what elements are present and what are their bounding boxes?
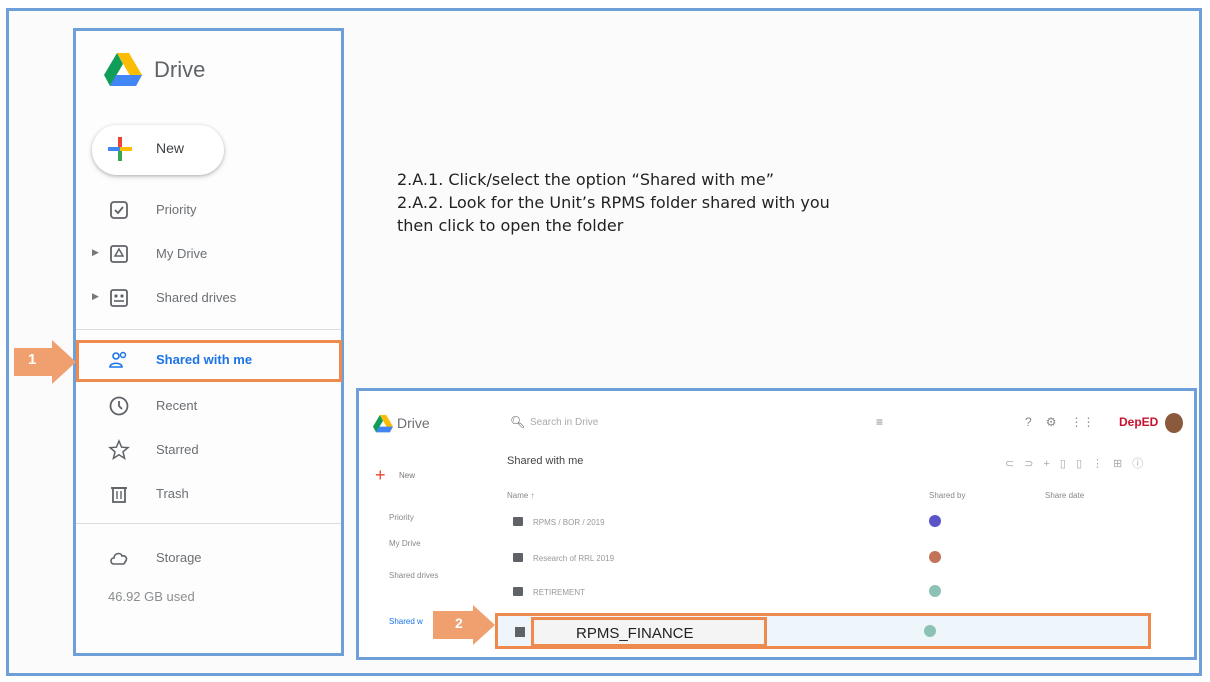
- callout-number-2: 2: [455, 615, 463, 631]
- instruction-line-1: 2.A.1. Click/select the option “Shared w…: [397, 170, 774, 189]
- shared-drives-icon: [110, 289, 128, 307]
- drive-logo-icon: [373, 415, 393, 433]
- add-person-icon[interactable]: +: [1043, 458, 1059, 470]
- search-icon: 🔍︎: [510, 415, 526, 429]
- help-icon[interactable]: ?: [1025, 415, 1032, 429]
- divider: [76, 523, 341, 524]
- folder-icon: [515, 627, 525, 637]
- checkbox-icon: [110, 201, 128, 219]
- storage-used-text: 46.92 GB used: [108, 589, 195, 604]
- callout-arrow-2: [433, 605, 495, 645]
- target-folder-name: RPMS_FINANCE: [576, 625, 694, 642]
- column-name[interactable]: Name ↑: [507, 491, 535, 500]
- instruction-line-2: 2.A.2. Look for the Unit’s RPMS folder s…: [397, 193, 830, 212]
- plus-icon: +: [375, 465, 386, 485]
- plus-icon: [108, 137, 132, 161]
- sidebar-item-label: Shared drives: [156, 290, 237, 305]
- inner-sidebar-shared-with-me[interactable]: Shared w: [389, 617, 423, 626]
- apps-icon[interactable]: ⋮⋮: [1070, 415, 1094, 429]
- avatar: [924, 625, 936, 637]
- info-icon[interactable]: ⓘ: [1132, 458, 1153, 470]
- file-name: RPMS / BOR / 2019: [533, 518, 605, 527]
- folder-icon: [513, 517, 523, 526]
- file-name: Research of RRL 2019: [533, 554, 615, 563]
- drive-folder-icon: [110, 245, 128, 263]
- sidebar-item-storage[interactable]: Storage: [76, 539, 341, 579]
- sidebar-item-my-drive[interactable]: ▶ My Drive: [76, 235, 341, 275]
- column-shared-by[interactable]: Shared by: [929, 491, 965, 500]
- instruction-line-3: then click to open the folder: [397, 216, 624, 235]
- sidebar-item-label: Trash: [156, 486, 189, 501]
- inner-new-button[interactable]: + New: [375, 465, 415, 486]
- sidebar-item-recent[interactable]: Recent: [76, 387, 341, 427]
- highlight-shared-with-me: [76, 340, 342, 382]
- avatar: [929, 515, 941, 527]
- sidebar-item-label: My Drive: [156, 246, 208, 261]
- sidebar-item-starred[interactable]: Starred: [76, 431, 341, 471]
- sidebar-item-label: Priority: [156, 202, 197, 217]
- search-input[interactable]: Search in Drive: [530, 417, 598, 428]
- sidebar-item-priority[interactable]: Priority: [76, 191, 341, 231]
- cloud-icon: [110, 552, 128, 565]
- expand-arrow-icon[interactable]: ▶: [92, 247, 99, 258]
- file-name: RETIREMENT: [533, 588, 585, 597]
- brand-logo: DepED: [1119, 415, 1159, 429]
- folder-icon: [513, 553, 523, 562]
- callout-number-1: 1: [28, 351, 37, 368]
- divider: [76, 329, 341, 330]
- callout-arrow-1: [14, 340, 76, 384]
- search-bar[interactable]: 🔍︎ Search in Drive ≡: [504, 409, 894, 439]
- sidebar-item-label: Storage: [156, 550, 202, 565]
- inner-sidebar-priority[interactable]: Priority: [389, 513, 414, 522]
- page-title: Shared with me: [507, 455, 584, 467]
- inner-new-label: New: [399, 471, 416, 480]
- sidebar-item-trash[interactable]: Trash: [76, 475, 341, 515]
- toolbar-icons: ⊂⊃+▯▯⋮⊞ⓘ: [1005, 455, 1153, 471]
- delete-icon[interactable]: ▯: [1060, 458, 1076, 470]
- more-icon[interactable]: ⋮: [1092, 458, 1113, 470]
- clock-icon: [109, 396, 129, 416]
- app-title: Drive: [154, 57, 206, 82]
- avatar[interactable]: [1165, 413, 1183, 433]
- avatar: [929, 551, 941, 563]
- sidebar-item-label: Starred: [156, 442, 199, 457]
- inner-drive-screenshot: Drive 🔍︎ Search in Drive ≡ ? ⚙ ⋮⋮ DepED Sh…: [356, 388, 1197, 660]
- details-icon[interactable]: ▯: [1076, 458, 1092, 470]
- folder-icon: [513, 587, 523, 596]
- new-button-label: New: [156, 140, 185, 156]
- settings-icon[interactable]: ⚙: [1046, 415, 1057, 429]
- sidebar-item-label: Recent: [156, 398, 198, 413]
- star-icon: [108, 439, 130, 461]
- drive-logo-icon: [104, 53, 142, 86]
- inner-app-title: Drive: [397, 415, 430, 431]
- new-button[interactable]: New: [92, 125, 224, 175]
- inner-sidebar-my-drive[interactable]: My Drive: [389, 539, 421, 548]
- link-icon[interactable]: ⊂⊃: [1005, 458, 1043, 470]
- inner-sidebar-shared-drives[interactable]: Shared drives: [389, 571, 438, 580]
- expand-arrow-icon[interactable]: ▶: [92, 291, 99, 302]
- avatar: [929, 585, 941, 597]
- instructions: 2.A.1. Click/select the option “Shared w…: [397, 168, 830, 237]
- filter-icon[interactable]: ≡: [876, 415, 883, 429]
- column-share-date[interactable]: Share date: [1045, 491, 1084, 500]
- grid-view-icon[interactable]: ⊞: [1113, 458, 1132, 470]
- top-icons: ? ⚙ ⋮⋮: [1025, 415, 1108, 429]
- target-folder-name-box[interactable]: RPMS_FINANCE: [531, 617, 767, 647]
- sidebar-item-shared-drives[interactable]: ▶ Shared drives: [76, 279, 341, 319]
- trash-icon: [111, 487, 127, 503]
